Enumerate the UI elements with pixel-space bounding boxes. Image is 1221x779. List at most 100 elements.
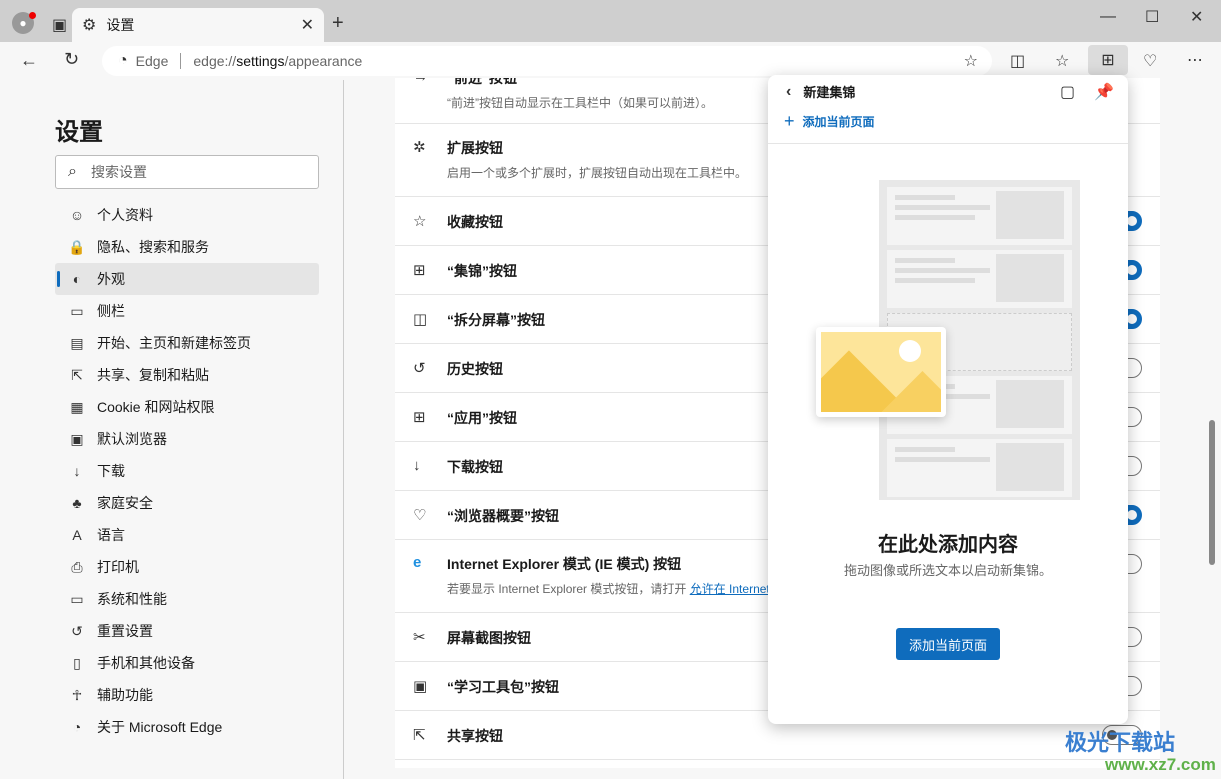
- language-icon: A: [72, 527, 82, 543]
- reset-icon: ↺: [71, 622, 83, 639]
- sidebar-item-label: 辅助功能: [97, 687, 153, 703]
- refresh-icon[interactable]: ↻: [64, 49, 79, 70]
- toolbar: ← ↻ ◔ Edge edge://settings/appearance ☆ …: [0, 42, 1221, 78]
- setting-description: 若要显示 Internet Explorer 模式按钮，请打开 允许在 Inte…: [447, 582, 770, 596]
- home-icon: ▤: [70, 334, 84, 351]
- url-text: edge://settings/appearance: [193, 53, 363, 69]
- address-bar[interactable]: ◔ Edge edge://settings/appearance ☆: [102, 46, 992, 76]
- setting-description: “前进”按钮自动显示在工具栏中（如果可以前进）。: [447, 96, 713, 110]
- ie-icon: e: [413, 554, 422, 571]
- sidebar-item-label: 个人资料: [97, 207, 153, 223]
- learning-toolkit-icon: ▣: [413, 678, 428, 695]
- setting-label: “拆分屏幕”按钮: [447, 312, 545, 328]
- sidebar-item[interactable]: 🔒 隐私、搜索和服务: [55, 231, 319, 263]
- sidebar-item-label: 共享、复制和粘贴: [97, 367, 209, 383]
- forward-icon: →: [413, 78, 428, 85]
- close-window-icon[interactable]: ✕: [1190, 7, 1203, 27]
- download-icon: ↓: [413, 457, 421, 474]
- collections-icon[interactable]: ⊞: [1088, 45, 1128, 75]
- search-input[interactable]: ⌕ 搜索设置: [55, 155, 319, 189]
- family-icon: ♣: [72, 495, 82, 511]
- sidebar-item[interactable]: ▭ 侧栏: [55, 295, 319, 327]
- new-tab-icon[interactable]: +: [332, 12, 344, 35]
- sidebar-item[interactable]: ☥ 辅助功能: [55, 679, 319, 711]
- vertical-tabs-icon[interactable]: ▣: [52, 15, 67, 35]
- sidebar-item-label: 开始、主页和新建标签页: [97, 335, 251, 351]
- history-icon: ↺: [413, 360, 426, 377]
- setting-label: “学习工具包”按钮: [447, 679, 559, 695]
- sidebar-item-label: 重置设置: [97, 623, 153, 639]
- sidebar-item-label: 下载: [97, 463, 125, 479]
- edge-icon: ◔: [72, 719, 82, 735]
- sidebar-item-label: 关于 Microsoft Edge: [97, 719, 223, 735]
- palette-icon: ◐: [72, 271, 82, 287]
- setting-label: 下载按钮: [447, 459, 503, 475]
- sidebar-item[interactable]: ⇱ 共享、复制和粘贴: [55, 359, 319, 391]
- extension-icon: ✲: [413, 139, 426, 156]
- sidebar-item[interactable]: ↺ 重置设置: [55, 615, 319, 647]
- sidebar-item-label: 默认浏览器: [97, 431, 167, 447]
- sidebar-item[interactable]: ▯ 手机和其他设备: [55, 647, 319, 679]
- maximize-icon[interactable]: ☐: [1145, 7, 1159, 27]
- watermark-logo: 极光下载站 www.xz7.com: [1065, 730, 1216, 774]
- sidebar-item-label: Cookie 和网站权限: [97, 399, 215, 415]
- setting-label: Internet Explorer 模式 (IE 模式) 按钮: [447, 556, 682, 572]
- pin-icon[interactable]: 📌: [1094, 82, 1114, 102]
- setting-label: 扩展按钮: [447, 140, 503, 156]
- browser-essentials-icon[interactable]: ♡: [1143, 51, 1157, 71]
- collections-panel: ‹ 新建集锦 ▢ 📌 + 添加当前页面 在此处添加内容 拖动图像或所选文本以启动新集…: [768, 75, 1128, 724]
- sidebar-item[interactable]: ↓ 下载: [55, 455, 319, 487]
- sidebar-icon: ▭: [70, 302, 84, 319]
- empty-title: 在此处添加内容: [878, 534, 1018, 556]
- tab-settings[interactable]: ⚙ 设置 ✕: [72, 8, 324, 42]
- sidebar-nav: ☺ 个人资料 🔒 隐私、搜索和服务 ◐ 外观 ▭ 侧栏 ▤ 开始、主页和新建标签页 ⇱ 共享、复制和粘…: [55, 199, 319, 743]
- notification-dot: [29, 12, 36, 19]
- favorites-icon: ☆: [413, 213, 427, 230]
- divider: [180, 53, 182, 69]
- sidebar-item-label: 家庭安全: [97, 495, 153, 511]
- sidebar-item[interactable]: ◐ 外观: [55, 263, 319, 295]
- sidebar-item[interactable]: ▦ Cookie 和网站权限: [55, 391, 319, 423]
- favorites-icon[interactable]: ☆: [1055, 51, 1069, 71]
- page-title: 设置: [55, 119, 103, 146]
- setting-label: “浏览器概要”按钮: [447, 508, 559, 524]
- share-icon: ⇱: [413, 727, 426, 744]
- sidebar-item-label: 手机和其他设备: [97, 655, 195, 671]
- sidebar-item[interactable]: ▣ 默认浏览器: [55, 423, 319, 455]
- close-tab-icon[interactable]: ✕: [301, 15, 314, 35]
- accessibility-icon: ☥: [71, 686, 83, 703]
- sidebar-item[interactable]: A 语言: [55, 519, 319, 551]
- split-screen-icon[interactable]: ◫: [1010, 51, 1025, 71]
- collections-icon: ⊞: [413, 262, 426, 279]
- screenshot-icon: ✂: [413, 629, 426, 646]
- add-current-page-button[interactable]: 添加当前页面: [896, 628, 1000, 660]
- empty-description: 拖动图像或所选文本以启动新集锦。: [843, 563, 1052, 578]
- sidebar-item-label: 隐私、搜索和服务: [97, 239, 209, 255]
- setting-label: “前进”按钮: [447, 78, 517, 86]
- scrollbar-thumb[interactable]: [1209, 420, 1215, 565]
- sidebar-item[interactable]: ♣ 家庭安全: [55, 487, 319, 519]
- sidebar-item[interactable]: ⎙ 打印机: [55, 551, 319, 583]
- browser-icon: ▣: [70, 430, 84, 447]
- sidebar-item[interactable]: ▭ 系统和性能: [55, 583, 319, 615]
- add-current-page-link[interactable]: + 添加当前页面: [784, 111, 875, 132]
- settings-sidebar: 设置 ⌕ 搜索设置 ☺ 个人资料 🔒 隐私、搜索和服务 ◐ 外观 ▭ 侧栏 ▤ 开始、主页和新建标…: [10, 80, 344, 779]
- scrollbar[interactable]: [1207, 80, 1219, 779]
- setting-label: 历史按钮: [447, 361, 503, 377]
- setting-label: 共享按钮: [447, 728, 503, 744]
- minimize-icon[interactable]: —: [1100, 8, 1116, 26]
- back-icon[interactable]: ←: [20, 50, 38, 71]
- printer-icon: ⎙: [71, 558, 83, 575]
- back-chevron-icon[interactable]: ‹: [786, 83, 791, 101]
- allow-ie-link[interactable]: 允许在 Internet: [690, 582, 770, 596]
- apps-icon: ⊞: [413, 409, 426, 426]
- title-bar: ● ▣ ⚙ 设置 ✕ + — ☐ ✕: [0, 0, 1221, 42]
- sidebar-item[interactable]: ◔ 关于 Microsoft Edge: [55, 711, 319, 743]
- sidebar-item[interactable]: ▤ 开始、主页和新建标签页: [55, 327, 319, 359]
- lock-icon: 🔒: [68, 238, 86, 255]
- note-icon[interactable]: ▢: [1060, 82, 1075, 102]
- more-icon[interactable]: ⋯: [1187, 50, 1203, 70]
- favorite-star-icon[interactable]: ☆: [964, 51, 978, 71]
- sidebar-item[interactable]: ☺ 个人资料: [55, 199, 319, 231]
- setting-label: 收藏按钮: [447, 214, 503, 230]
